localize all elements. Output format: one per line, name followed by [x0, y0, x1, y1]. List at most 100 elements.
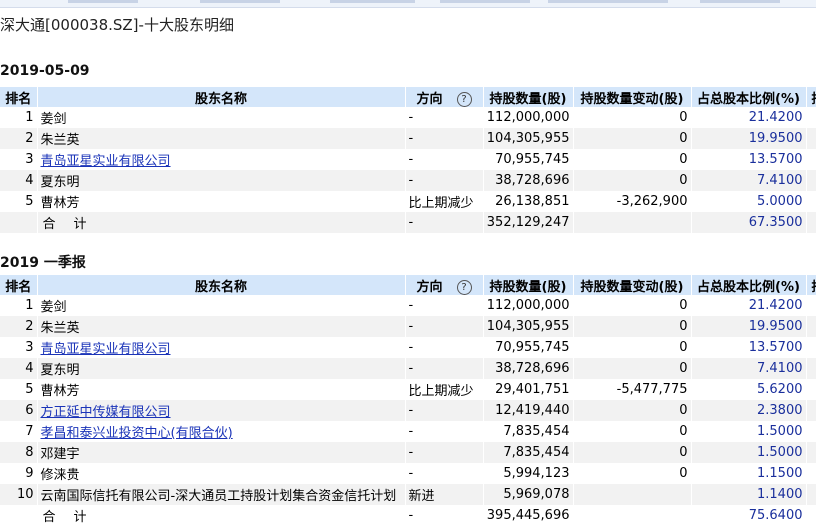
top-tab-strip [0, 0, 816, 8]
col-header-direction: 方向? [405, 275, 484, 295]
column-label: 持股数量变动(股) [580, 279, 684, 295]
change-cell: 0 [573, 149, 692, 170]
change-cell: 0 [573, 316, 692, 337]
holder-name: 修涞贵 [40, 468, 80, 483]
total-label: 合计 [42, 510, 105, 525]
direction-cell: - [405, 463, 484, 484]
direction-cell: 比上期减少 [405, 379, 484, 400]
direction-cell: - [405, 337, 484, 358]
change-cell: 0 [573, 358, 692, 379]
col-header-rank: 排名 [0, 87, 38, 107]
col-header-shares: 持股数量(股) [483, 275, 574, 295]
top-tab-6[interactable] [700, 0, 780, 3]
rank-cell: 3 [0, 149, 38, 170]
change-cell [573, 484, 692, 505]
shares-cell: 70,955,745 [483, 149, 574, 170]
column-label: 排名 [5, 279, 32, 295]
direction-cell: 比上期减少 [405, 191, 484, 212]
rank-cell: 2 [0, 128, 38, 149]
direction-cell: - [405, 316, 484, 337]
rank-cell: 6 [0, 400, 38, 421]
holder-name-link[interactable]: 青岛亚星实业有限公司 [41, 342, 171, 357]
holder-name-cell: 夏东明 [37, 170, 406, 191]
rank-cell: 2 [0, 316, 38, 337]
holder-name: 夏东明 [40, 175, 80, 190]
col-header-rank: 排名 [0, 275, 38, 295]
total-label: 合计 [42, 217, 105, 232]
table-row: 6 方正延中传媒有限公司 -12,419,440 0 2.3800 [0, 400, 816, 421]
section-date: 2019-05-09 [0, 63, 90, 79]
column-label: 方向 [416, 91, 443, 107]
top-tab-2[interactable] [200, 0, 280, 3]
shares-cell: 38,728,696 [483, 170, 574, 191]
column-label: 占总股本比例(%) [697, 279, 800, 295]
total-pct-cell: 67.3500 [691, 212, 807, 233]
table-row: 4 夏东明 -38,728,696 0 7.4100 [0, 170, 816, 191]
extra-cell [806, 212, 816, 233]
col-header-extra: 持 [806, 275, 816, 295]
holder-name: 曹林芳 [40, 384, 80, 399]
column-label: 持 [811, 92, 816, 107]
pct-cell: 1.5000 [691, 421, 807, 442]
direction-cell: - [405, 107, 484, 128]
table-row: 3 青岛亚星实业有限公司 -70,955,745 0 13.5700 [0, 337, 816, 358]
table-row: 8 邓建宇 -7,835,454 0 1.5000 [0, 442, 816, 463]
extra-cell [806, 421, 816, 442]
top-tab-5[interactable] [548, 0, 668, 3]
col-header-name: 股东名称 [37, 87, 406, 107]
pct-cell: 7.4100 [691, 358, 807, 379]
change-cell: 0 [573, 463, 692, 484]
extra-cell [806, 484, 816, 505]
extra-cell [806, 316, 816, 337]
col-header-name: 股东名称 [37, 275, 406, 295]
top-tab-4[interactable] [440, 0, 530, 3]
column-label: 持股数量(股) [489, 279, 567, 295]
shareholders-table: 排名股东名称方向?持股数量(股)持股数量变动(股)占总股本比例(%)持1姜剑-1… [0, 87, 816, 233]
question-circle-icon[interactable]: ? [456, 91, 472, 107]
column-label: 占总股本比例(%) [697, 91, 800, 107]
table-row: 1 姜剑 -112,000,000 0 21.4200 [0, 295, 816, 316]
holder-name: 邓建宇 [40, 447, 80, 462]
change-cell: 0 [573, 170, 692, 191]
holder-name-cell: 姜剑 [37, 295, 406, 316]
holder-name: 姜剑 [40, 112, 67, 127]
shares-cell: 29,401,751 [483, 379, 574, 400]
extra-cell [806, 149, 816, 170]
pct-cell: 1.5000 [691, 442, 807, 463]
table-row: 3 青岛亚星实业有限公司 -70,955,745 0 13.5700 [0, 149, 816, 170]
holder-name-cell: 夏东明 [37, 358, 406, 379]
holder-name-link[interactable]: 青岛亚星实业有限公司 [41, 154, 171, 169]
rank-cell: 7 [0, 421, 38, 442]
extra-cell [806, 400, 816, 421]
shareholders-table: 排名股东名称方向? 持股数量(股) 持股数量变动(股) 占总股本比例(%) 持1姜剑-1… [0, 275, 816, 526]
shares-cell: 112,000,000 [483, 107, 574, 128]
question-circle-icon[interactable]: ? [456, 279, 472, 295]
rank-cell: 1 [0, 107, 38, 128]
top-tab-1[interactable] [68, 0, 138, 3]
section-date: 2019 一季报 [0, 255, 86, 271]
pct-cell: 13.5700 [691, 337, 807, 358]
holder-name-link[interactable]: 方正延中传媒有限公司 [41, 405, 171, 420]
pct-cell: 19.9500 [691, 316, 807, 337]
extra-cell [806, 191, 816, 212]
top-tab-3[interactable] [330, 0, 415, 3]
extra-cell [806, 442, 816, 463]
direction-cell: - [405, 149, 484, 170]
column-label: 排名 [5, 91, 32, 107]
holder-name-cell: 修涞贵 [37, 463, 406, 484]
holder-name-cell: 青岛亚星实业有限公司 [37, 149, 406, 170]
rank-cell: 5 [0, 379, 38, 400]
change-cell: 0 [573, 421, 692, 442]
direction-cell: 新进 [405, 484, 484, 505]
holder-name-cell: 孝昌和泰兴业投资中心(有限合伙) [37, 421, 406, 442]
direction-cell: - [405, 421, 484, 442]
total-label-cell: 合计 [37, 505, 406, 526]
total-pct-cell: 75.6400 [691, 505, 807, 526]
change-cell: 0 [573, 337, 692, 358]
rank-cell: 5 [0, 191, 38, 212]
holder-name: 朱兰英 [40, 133, 80, 148]
change-cell: 0 [573, 128, 692, 149]
holder-name-link[interactable]: 孝昌和泰兴业投资中心(有限合伙) [41, 426, 233, 441]
holder-name-cell: 朱兰英 [37, 128, 406, 149]
total-label-cell: 合计 [37, 212, 406, 233]
